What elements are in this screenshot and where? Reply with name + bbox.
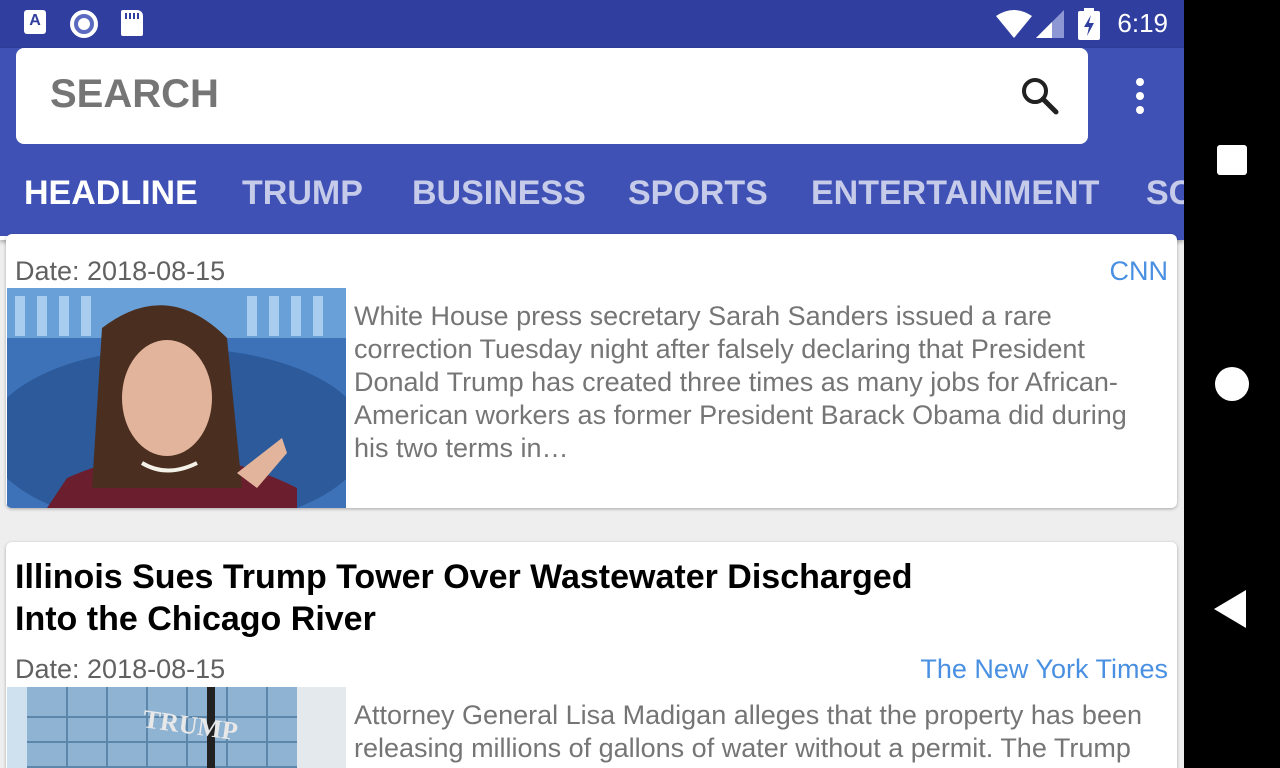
cell-signal-icon — [1036, 10, 1064, 38]
tab-entertainment[interactable]: ENTERTAINMENT — [811, 174, 1099, 213]
recents-button[interactable] — [1217, 145, 1247, 175]
article-card[interactable]: Illinois Sues Trump Tower Over Wastewate… — [6, 542, 1177, 768]
status-bar: A 6:19 — [0, 0, 1184, 48]
article-title[interactable]: Illinois Sues Trump Tower Over Wastewate… — [15, 556, 935, 640]
overflow-menu-icon[interactable] — [1128, 76, 1152, 116]
search-icon[interactable] — [1020, 76, 1060, 116]
article-source[interactable]: The New York Times — [920, 654, 1168, 685]
home-button[interactable] — [1215, 367, 1249, 401]
article-card[interactable]: Date: 2018-08-15 CNN White House press s… — [6, 234, 1177, 508]
battery-charging-icon — [1078, 8, 1100, 40]
article-thumbnail[interactable]: TRUMP — [7, 687, 346, 768]
tab-sports[interactable]: SPORTS — [628, 174, 768, 213]
tab-trump[interactable]: TRUMP — [242, 174, 363, 213]
app-screen: A 6:19 SEARCH HEADLINE TRUMP BUSINESS SP… — [0, 0, 1184, 768]
search-input[interactable]: SEARCH — [50, 72, 219, 117]
tab-headline[interactable]: HEADLINE — [24, 174, 198, 213]
article-description: White House press secretary Sarah Sander… — [354, 301, 1127, 463]
system-navigation-bar — [1184, 0, 1280, 768]
circle-notification-icon — [70, 10, 98, 38]
article-thumbnail[interactable] — [7, 288, 346, 508]
status-time: 6:19 — [1117, 8, 1168, 38]
tab-business[interactable]: BUSINESS — [412, 174, 586, 213]
a-notification-icon: A — [24, 10, 46, 34]
tab-sc[interactable]: SC — [1146, 174, 1184, 213]
article-date: Date: 2018-08-15 — [15, 654, 226, 684]
category-tabs: HEADLINE TRUMP BUSINESS SPORTS ENTERTAIN… — [0, 144, 1184, 240]
back-button[interactable] — [1214, 590, 1246, 628]
app-bar: SEARCH HEADLINE TRUMP BUSINESS SPORTS EN… — [0, 48, 1184, 240]
article-date: Date: 2018-08-15 — [15, 256, 226, 286]
wifi-icon — [996, 10, 1032, 38]
search-box[interactable]: SEARCH — [16, 48, 1088, 144]
article-source[interactable]: CNN — [1110, 256, 1169, 287]
sd-card-icon — [121, 10, 143, 36]
article-description: Attorney General Lisa Madigan alleges th… — [354, 700, 1142, 763]
